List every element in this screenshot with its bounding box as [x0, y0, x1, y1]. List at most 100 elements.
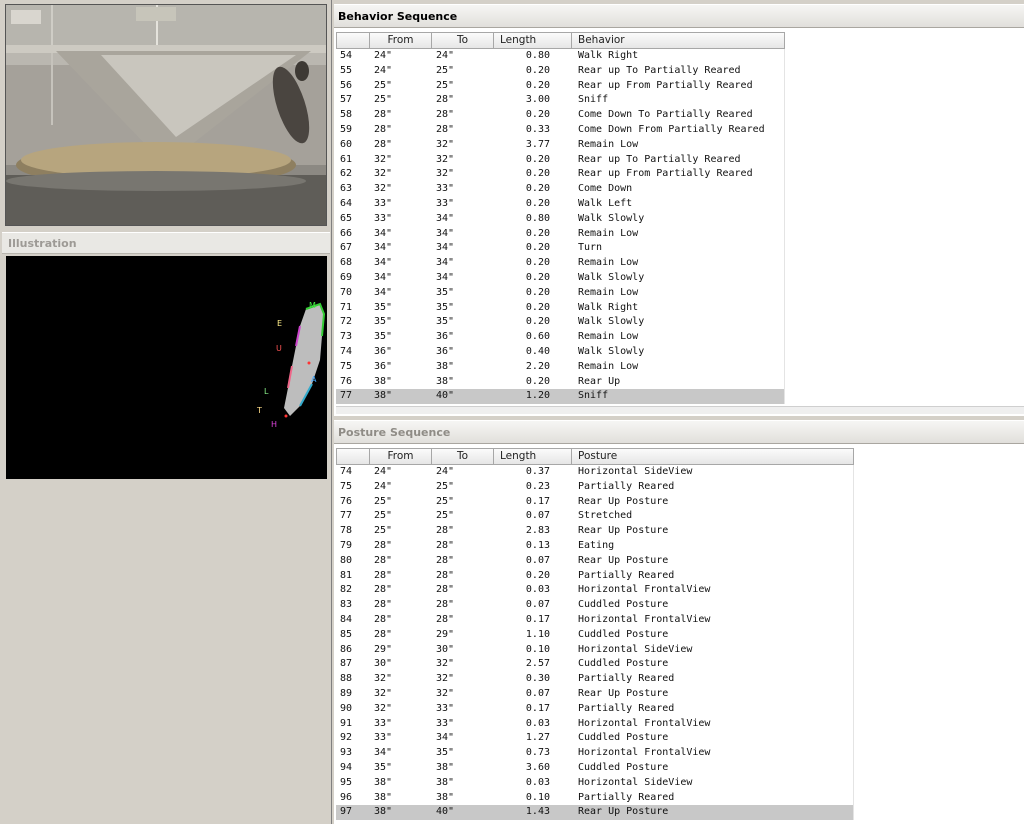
table-row[interactable]: 88 32" 32" 0.30 Partially Reared [336, 672, 854, 687]
table-row[interactable]: 54 24" 24" 0.80 Walk Right [336, 49, 785, 64]
posture-col-to[interactable]: To [432, 448, 494, 465]
table-row[interactable]: 89 32" 32" 0.07 Rear Up Posture [336, 686, 854, 702]
behavior-col-length[interactable]: Length [494, 32, 572, 49]
behavior-col-to[interactable]: To [432, 32, 494, 49]
row-to: 32" [436, 168, 455, 180]
row-to: 32" [436, 658, 455, 670]
table-row[interactable]: 86 29" 30" 0.10 Horizontal SideView [336, 642, 854, 658]
row-from: 34" [374, 286, 393, 298]
table-row[interactable]: 77 25" 25" 0.07 Stretched [336, 509, 854, 525]
row-from: 38" [374, 791, 393, 803]
posture-sequence-panel: Posture Sequence From To Length Posture … [334, 420, 1024, 824]
row-length: 0.17 [525, 613, 550, 625]
row-length: 0.20 [525, 301, 550, 313]
row-to: 32" [436, 673, 455, 685]
row-posture: Partially Reared [572, 672, 854, 687]
row-index: 66 [340, 227, 353, 239]
behavior-col-from[interactable]: From [370, 32, 432, 49]
row-index: 83 [340, 599, 353, 611]
table-row[interactable]: 62 32" 32" 0.20 Rear up From Partially Reare… [336, 167, 785, 183]
behavior-scrollbar[interactable] [336, 406, 1024, 414]
row-behavior: Walk Slowly [572, 270, 785, 286]
table-row[interactable]: 60 28" 32" 3.77 Remain Low [336, 137, 785, 153]
table-row[interactable]: 76 25" 25" 0.17 Rear Up Posture [336, 494, 854, 510]
table-row[interactable]: 87 30" 32" 2.57 Cuddled Posture [336, 657, 854, 673]
table-row[interactable]: 93 34" 35" 0.73 Horizontal FrontalView [336, 746, 854, 761]
table-row[interactable]: 75 24" 25" 0.23 Partially Reared [336, 479, 854, 495]
table-row[interactable]: 56 25" 25" 0.20 Rear up From Partially Reare… [336, 78, 785, 94]
row-from: 33" [374, 212, 393, 224]
table-row[interactable]: 85 28" 29" 1.10 Cuddled Posture [336, 627, 854, 643]
table-row[interactable]: 66 34" 34" 0.20 Remain Low [336, 226, 785, 242]
row-index: 78 [340, 525, 353, 537]
behavior-col-behavior[interactable]: Behavior [572, 32, 785, 49]
table-row[interactable]: 96 38" 38" 0.10 Partially Reared [336, 790, 854, 806]
row-behavior: Remain Low [572, 330, 785, 345]
row-length: 0.03 [525, 717, 550, 729]
row-to: 25" [436, 480, 455, 492]
row-to: 33" [436, 702, 455, 714]
row-length: 0.30 [525, 673, 550, 685]
row-behavior: Rear up To Partially Reared [572, 152, 785, 168]
posture-col-from[interactable]: From [370, 448, 432, 465]
point-label: U [276, 344, 282, 353]
behavior-col-index[interactable] [336, 32, 370, 49]
table-row[interactable]: 64 33" 33" 0.20 Walk Left [336, 196, 785, 212]
table-row[interactable]: 92 33" 34" 1.27 Cuddled Posture [336, 731, 854, 747]
row-to: 40" [436, 390, 455, 402]
table-row[interactable]: 74 36" 36" 0.40 Walk Slowly [336, 344, 785, 360]
table-row[interactable]: 97 38" 40" 1.43 Rear Up Posture [336, 805, 854, 821]
row-posture: Horizontal FrontalView [572, 746, 854, 761]
table-row[interactable]: 84 28" 28" 0.17 Horizontal FrontalView [336, 612, 854, 628]
row-posture: Horizontal FrontalView [572, 583, 854, 599]
table-row[interactable]: 83 28" 28" 0.07 Cuddled Posture [336, 598, 854, 613]
row-index: 69 [340, 271, 353, 283]
posture-col-index[interactable] [336, 448, 370, 465]
row-from: 35" [374, 301, 393, 313]
table-row[interactable]: 77 38" 40" 1.20 Sniff [336, 389, 785, 405]
table-row[interactable]: 76 38" 38" 0.20 Rear Up [336, 374, 785, 390]
table-row[interactable]: 57 25" 28" 3.00 Sniff [336, 93, 785, 109]
table-row[interactable]: 90 32" 33" 0.17 Partially Reared [336, 701, 854, 717]
table-row[interactable]: 95 38" 38" 0.03 Horizontal SideView [336, 775, 854, 791]
table-row[interactable]: 91 33" 33" 0.03 Horizontal FrontalView [336, 716, 854, 732]
table-row[interactable]: 67 34" 34" 0.20 Turn [336, 241, 785, 257]
row-to: 28" [436, 569, 455, 581]
behavior-sequence-panel: Behavior Sequence From To Length Behavio… [334, 4, 1024, 416]
table-row[interactable]: 70 34" 35" 0.20 Remain Low [336, 285, 785, 301]
table-row[interactable]: 74 24" 24" 0.37 Horizontal SideView [336, 465, 854, 480]
point-label: T [256, 406, 262, 415]
point-label: A [311, 375, 317, 384]
row-length: 0.20 [525, 271, 550, 283]
table-row[interactable]: 65 33" 34" 0.80 Walk Slowly [336, 211, 785, 227]
table-row[interactable]: 68 34" 34" 0.20 Remain Low [336, 256, 785, 271]
table-row[interactable]: 81 28" 28" 0.20 Partially Reared [336, 568, 854, 584]
table-row[interactable]: 58 28" 28" 0.20 Come Down To Partially Reare… [336, 108, 785, 123]
table-row[interactable]: 61 32" 32" 0.20 Rear up To Partially Reared [336, 152, 785, 168]
table-row[interactable]: 73 35" 36" 0.60 Remain Low [336, 330, 785, 345]
row-index: 75 [340, 360, 353, 372]
row-index: 94 [340, 761, 353, 773]
row-to: 35" [436, 316, 455, 328]
table-row[interactable]: 75 36" 38" 2.20 Remain Low [336, 359, 785, 375]
table-row[interactable]: 80 28" 28" 0.07 Rear Up Posture [336, 553, 854, 569]
behavior-table-body: 54 24" 24" 0.80 Walk Right 55 24" 25" 0.20 Rear u… [336, 49, 785, 405]
row-index: 75 [340, 480, 353, 492]
table-row[interactable]: 63 32" 33" 0.20 Come Down [336, 182, 785, 197]
posture-col-length[interactable]: Length [494, 448, 572, 465]
row-to: 35" [436, 747, 455, 759]
posture-col-posture[interactable]: Posture [572, 448, 854, 465]
table-row[interactable]: 78 25" 28" 2.83 Rear Up Posture [336, 524, 854, 539]
row-to: 38" [436, 776, 455, 788]
row-from: 34" [374, 271, 393, 283]
row-behavior: Rear up From Partially Reared [572, 167, 785, 183]
table-row[interactable]: 55 24" 25" 0.20 Rear up To Partially Reared [336, 63, 785, 79]
table-row[interactable]: 79 28" 28" 0.13 Eating [336, 538, 854, 554]
table-row[interactable]: 71 35" 35" 0.20 Walk Right [336, 300, 785, 316]
table-row[interactable]: 72 35" 35" 0.20 Walk Slowly [336, 315, 785, 331]
table-row[interactable]: 94 35" 38" 3.60 Cuddled Posture [336, 760, 854, 776]
behavior-title: Behavior Sequence [338, 10, 458, 23]
table-row[interactable]: 59 28" 28" 0.33 Come Down From Partially Rea… [336, 122, 785, 138]
table-row[interactable]: 82 28" 28" 0.03 Horizontal FrontalView [336, 583, 854, 599]
table-row[interactable]: 69 34" 34" 0.20 Walk Slowly [336, 270, 785, 286]
